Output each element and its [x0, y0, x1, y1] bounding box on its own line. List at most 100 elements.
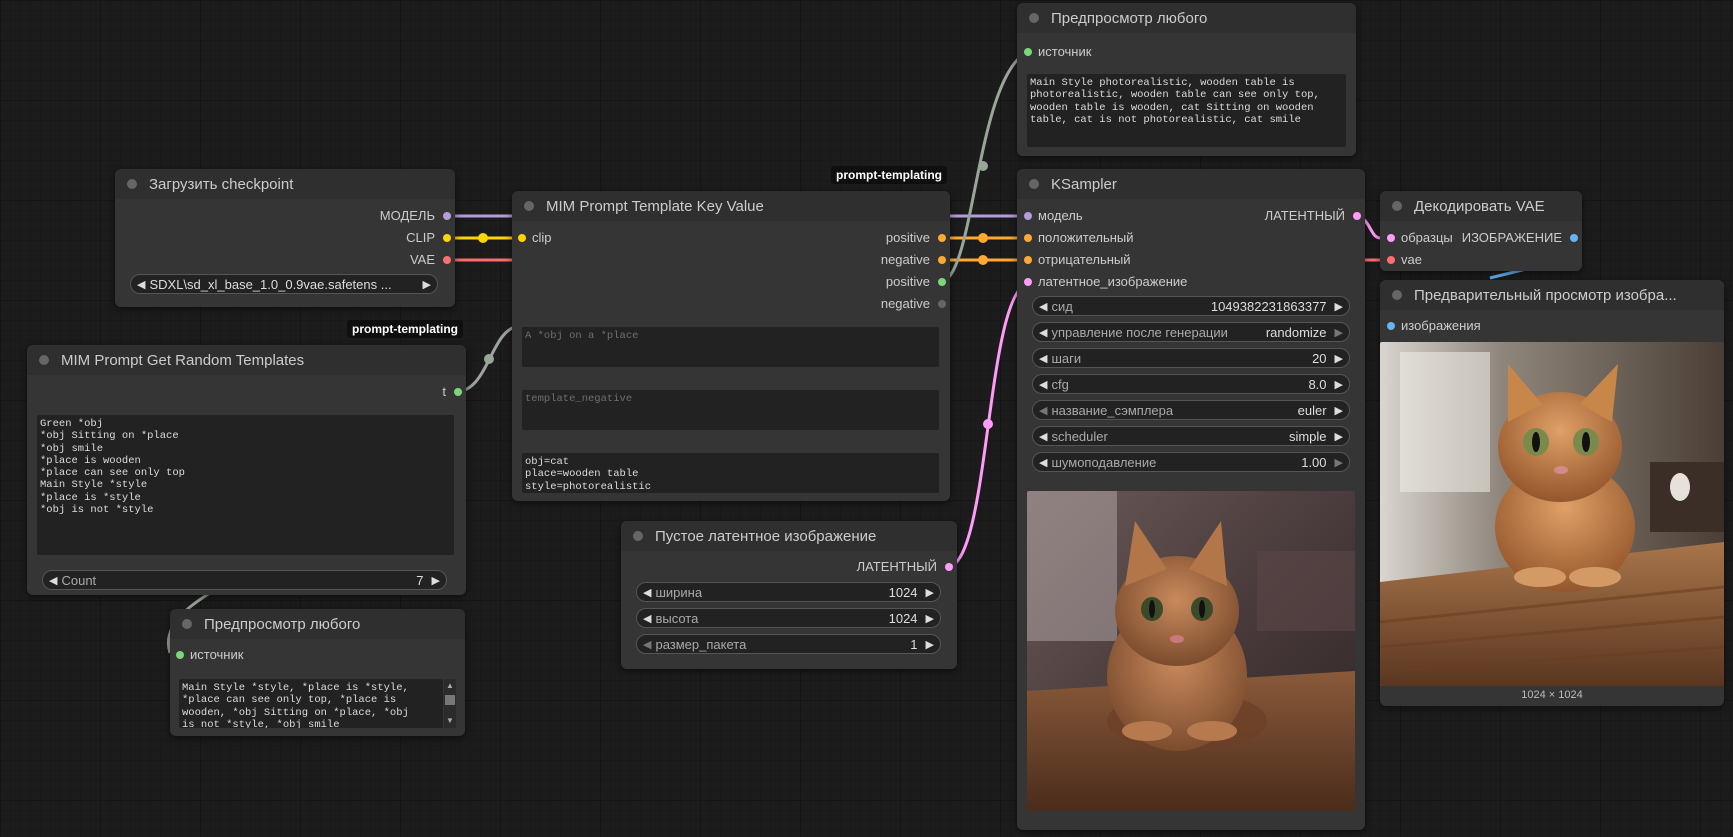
- width-stepper[interactable]: ◀ ширина 1024 ▶: [636, 582, 941, 602]
- output-model[interactable]: МОДЕЛЬ: [380, 206, 451, 226]
- slot-dot-icon[interactable]: [1024, 278, 1032, 286]
- node-empty-latent[interactable]: Пустое латентное изображение ЛАТЕНТНЫЙ ◀…: [621, 521, 957, 669]
- node-vae-decode[interactable]: Декодировать VAE образцы ИЗОБРАЖЕНИЕ vae: [1380, 191, 1582, 271]
- output-preview-image[interactable]: [1380, 342, 1724, 686]
- template-positive-textarea[interactable]: A *obj on a *place: [522, 327, 939, 367]
- node-title-bar[interactable]: MIM Prompt Get Random Templates: [27, 345, 466, 375]
- slot-dot-icon[interactable]: [518, 234, 526, 242]
- arrow-left-icon[interactable]: ◀: [643, 586, 651, 599]
- arrow-left-icon[interactable]: ◀: [1039, 326, 1047, 339]
- collapse-dot-icon[interactable]: [633, 531, 643, 541]
- slot-dot-icon[interactable]: [1024, 48, 1032, 56]
- input-source[interactable]: источник: [1024, 42, 1091, 62]
- preview-textarea[interactable]: Main Style *style, *place is *style, *pl…: [179, 679, 443, 728]
- sampler-name-combo[interactable]: ◀ название_сэмплера euler ▶: [1032, 400, 1350, 420]
- collapse-dot-icon[interactable]: [1029, 13, 1039, 23]
- collapse-dot-icon[interactable]: [1392, 201, 1402, 211]
- collapse-dot-icon[interactable]: [127, 179, 137, 189]
- node-get-random-templates[interactable]: MIM Prompt Get Random Templates t Green …: [27, 345, 466, 595]
- node-title-bar[interactable]: Декодировать VAE: [1380, 191, 1582, 221]
- arrow-right-icon[interactable]: ▶: [1335, 326, 1343, 339]
- output-negative[interactable]: negative: [881, 250, 946, 270]
- slot-dot-icon[interactable]: [945, 563, 953, 571]
- output-vae[interactable]: VAE: [410, 250, 451, 270]
- node-preview-image[interactable]: Предварительный просмотр изобра... изобр…: [1380, 280, 1724, 706]
- slot-dot-icon[interactable]: [938, 234, 946, 242]
- node-load-checkpoint[interactable]: Загрузить checkpoint МОДЕЛЬ CLIP VAE ◀ S…: [115, 169, 455, 307]
- node-title-bar[interactable]: Предпросмотр любого: [170, 609, 465, 639]
- arrow-right-icon[interactable]: ▶: [423, 278, 431, 291]
- slot-dot-icon[interactable]: [1024, 256, 1032, 264]
- height-stepper[interactable]: ◀ высота 1024 ▶: [636, 608, 941, 628]
- output-positive-text[interactable]: positive: [886, 272, 946, 292]
- collapse-dot-icon[interactable]: [1392, 290, 1402, 300]
- arrow-left-icon[interactable]: ◀: [643, 638, 651, 651]
- template-negative-textarea[interactable]: template_negative: [522, 390, 939, 430]
- seed-stepper[interactable]: ◀ сид 1049382231863377 ▶: [1032, 296, 1350, 316]
- arrow-right-icon[interactable]: ▶: [1335, 456, 1343, 469]
- node-title-bar[interactable]: KSampler: [1017, 169, 1365, 199]
- collapse-dot-icon[interactable]: [39, 355, 49, 365]
- arrow-left-icon[interactable]: ◀: [1039, 430, 1047, 443]
- scroll-up-icon[interactable]: ▲: [446, 681, 454, 690]
- batch-size-stepper[interactable]: ◀ размер_пакета 1 ▶: [636, 634, 941, 654]
- arrow-right-icon[interactable]: ▶: [1335, 378, 1343, 391]
- scrollbar[interactable]: ▲ ▼: [444, 679, 456, 728]
- slot-dot-icon[interactable]: [1387, 256, 1395, 264]
- arrow-left-icon[interactable]: ◀: [643, 612, 651, 625]
- arrow-left-icon[interactable]: ◀: [1039, 378, 1047, 391]
- node-title-bar[interactable]: MIM Prompt Template Key Value: [512, 191, 950, 221]
- collapse-dot-icon[interactable]: [524, 201, 534, 211]
- arrow-right-icon[interactable]: ▶: [926, 638, 934, 651]
- slot-dot-icon[interactable]: [443, 234, 451, 242]
- output-latent[interactable]: ЛАТЕНТНЫЙ: [857, 557, 953, 577]
- input-samples[interactable]: образцы: [1387, 228, 1453, 248]
- node-preview-any-bottom[interactable]: Предпросмотр любого источник Main Style …: [170, 609, 465, 736]
- input-negative[interactable]: отрицательный: [1024, 250, 1131, 270]
- node-title-bar[interactable]: Предварительный просмотр изобра...: [1380, 280, 1724, 310]
- output-t[interactable]: t: [442, 382, 462, 402]
- arrow-right-icon[interactable]: ▶: [926, 586, 934, 599]
- arrow-left-icon[interactable]: ◀: [49, 574, 57, 587]
- scroll-down-icon[interactable]: ▼: [446, 716, 454, 725]
- output-negative-text[interactable]: negative: [881, 294, 946, 314]
- slot-dot-icon[interactable]: [1024, 212, 1032, 220]
- output-clip[interactable]: CLIP: [406, 228, 451, 248]
- arrow-right-icon[interactable]: ▶: [1335, 430, 1343, 443]
- output-latent[interactable]: ЛАТЕНТНЫЙ: [1265, 206, 1361, 226]
- input-positive[interactable]: положительный: [1024, 228, 1134, 248]
- slot-dot-icon[interactable]: [1353, 212, 1361, 220]
- templates-textarea[interactable]: Green *obj *obj Sitting on *place *obj s…: [37, 415, 454, 555]
- arrow-right-icon[interactable]: ▶: [926, 612, 934, 625]
- arrow-left-icon[interactable]: ◀: [1039, 300, 1047, 313]
- node-title-bar[interactable]: Загрузить checkpoint: [115, 169, 455, 199]
- slot-dot-icon[interactable]: [938, 256, 946, 264]
- output-image[interactable]: ИЗОБРАЖЕНИЕ: [1462, 228, 1578, 248]
- node-title-bar[interactable]: Пустое латентное изображение: [621, 521, 957, 551]
- input-model[interactable]: модель: [1024, 206, 1083, 226]
- key-values-textarea[interactable]: obj=cat place=wooden table style=photore…: [522, 453, 939, 493]
- slot-dot-icon[interactable]: [1387, 234, 1395, 242]
- ckpt-name-combo[interactable]: ◀ SDXL\sd_xl_base_1.0_0.9vae.safetens ..…: [130, 274, 438, 294]
- slot-dot-icon[interactable]: [1570, 234, 1578, 242]
- slot-dot-icon[interactable]: [1024, 234, 1032, 242]
- collapse-dot-icon[interactable]: [1029, 179, 1039, 189]
- input-images[interactable]: изображения: [1387, 316, 1481, 336]
- node-preview-any-top[interactable]: Предпросмотр любого источник Main Style …: [1017, 3, 1356, 156]
- node-title-bar[interactable]: Предпросмотр любого: [1017, 3, 1356, 33]
- arrow-right-icon[interactable]: ▶: [1335, 352, 1343, 365]
- preview-textarea[interactable]: Main Style photorealistic, wooden table …: [1027, 74, 1346, 147]
- scheduler-combo[interactable]: ◀ scheduler simple ▶: [1032, 426, 1350, 446]
- slot-dot-icon[interactable]: [176, 651, 184, 659]
- arrow-left-icon[interactable]: ◀: [1039, 352, 1047, 365]
- input-source[interactable]: источник: [176, 645, 243, 665]
- arrow-left-icon[interactable]: ◀: [137, 278, 145, 291]
- count-stepper[interactable]: ◀ Count 7 ▶: [42, 570, 447, 590]
- slot-dot-icon[interactable]: [1387, 322, 1395, 330]
- slot-dot-icon[interactable]: [938, 278, 946, 286]
- arrow-right-icon[interactable]: ▶: [1335, 404, 1343, 417]
- node-template-key-value[interactable]: MIM Prompt Template Key Value clip posit…: [512, 191, 950, 501]
- control-after-generate-combo[interactable]: ◀ управление после генерации randomize ▶: [1032, 322, 1350, 342]
- node-ksampler[interactable]: KSampler модель ЛАТЕНТНЫЙ положительный …: [1017, 169, 1365, 830]
- input-latent-image[interactable]: латентное_изображение: [1024, 272, 1187, 292]
